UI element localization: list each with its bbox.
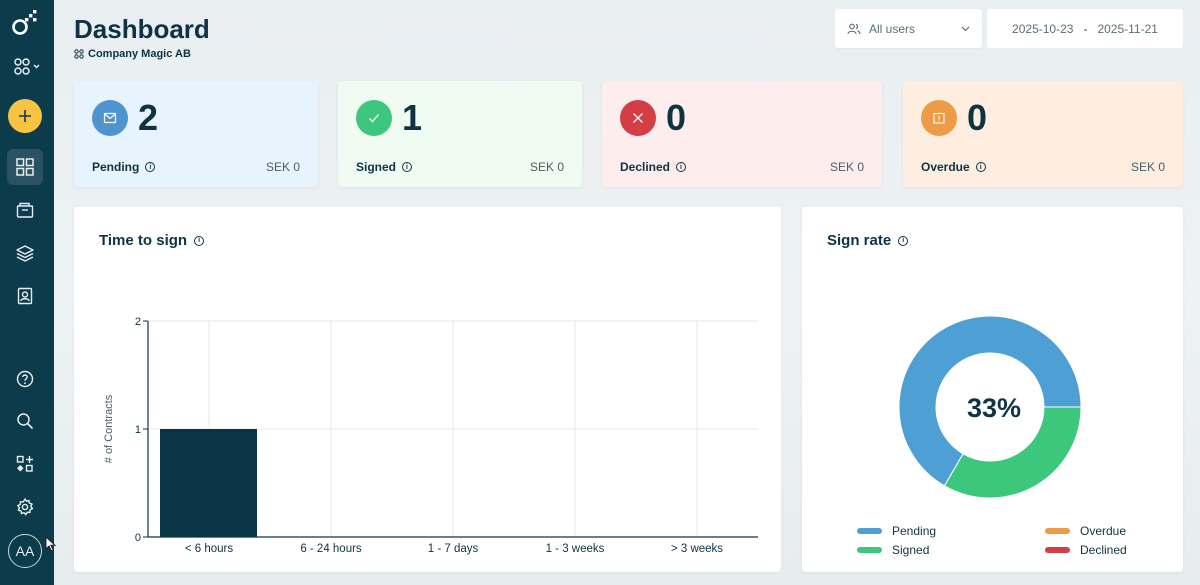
stat-card-signed[interactable]: 1 Signed i SEK 0 <box>338 81 582 187</box>
users-icon <box>847 23 861 34</box>
help-icon <box>16 370 34 388</box>
legend-item-signed[interactable]: Signed <box>857 543 929 557</box>
bar[interactable] <box>160 429 257 537</box>
stat-label: Signed <box>356 160 397 174</box>
avatar[interactable]: AA <box>8 534 42 568</box>
stat-card-overdue[interactable]: 0 Overdue i SEK 0 <box>903 81 1183 187</box>
check-icon <box>356 100 392 136</box>
donut-center-label: 33% <box>967 393 1021 423</box>
layers-icon <box>16 245 34 262</box>
y-axis-label: # of Contracts <box>103 394 115 463</box>
logo-icon[interactable] <box>7 6 43 42</box>
info-icon[interactable]: i <box>975 162 986 172</box>
settings-icon <box>17 498 34 516</box>
company-icon <box>74 49 84 59</box>
legend-swatch <box>1045 528 1070 534</box>
chevron-down-icon <box>961 26 970 31</box>
stat-label: Overdue <box>921 160 970 174</box>
stat-label-row: Declined i <box>620 160 687 174</box>
time-to-sign-chart: 0 1 2 < 6 hours 6 - 24 hours 1 - 7 days 1 - 3 … <box>103 316 758 555</box>
info-icon[interactable]: i <box>402 162 413 172</box>
sidebar-item-help[interactable] <box>7 361 43 397</box>
dashboard-grid-icon <box>16 158 34 176</box>
sidebar-item-templates[interactable] <box>7 235 43 271</box>
company-name[interactable]: Company Magic AB <box>74 48 191 60</box>
stat-card-declined[interactable]: 0 Declined i SEK 0 <box>602 81 882 187</box>
calendar-icon <box>921 100 957 136</box>
stat-count: 1 <box>402 97 423 138</box>
mouse-cursor-icon <box>45 536 57 552</box>
date-from[interactable]: 2025-10-23 <box>1012 22 1073 36</box>
date-range-picker[interactable]: 2025-10-23 - 2025-11-21 <box>987 9 1183 48</box>
stat-amount: SEK 0 <box>1130 160 1165 174</box>
sign-rate-panel: Sign rate i 33% Pending Overdue Signed D… <box>802 207 1183 572</box>
x-icon <box>620 100 656 136</box>
stat-amount: SEK 0 <box>265 160 300 174</box>
y-tick-label: 1 <box>135 424 141 436</box>
stat-count: 0 <box>967 97 988 138</box>
legend-item-declined[interactable]: Declined <box>1045 543 1127 557</box>
x-tick-label: 6 - 24 hours <box>300 543 362 555</box>
legend-label: Signed <box>892 543 930 557</box>
sidebar-item-settings[interactable] <box>7 489 43 525</box>
x-tick-label: 1 - 7 days <box>428 543 479 555</box>
info-icon[interactable]: i <box>676 162 687 172</box>
legend-swatch <box>857 528 882 534</box>
x-tick-label: 1 - 3 weeks <box>546 543 605 555</box>
stat-amount: SEK 0 <box>829 160 864 174</box>
company-label: Company Magic AB <box>88 48 191 60</box>
y-tick-label: 2 <box>135 316 141 328</box>
legend-swatch <box>857 547 882 553</box>
add-button[interactable] <box>8 99 42 133</box>
users-filter-select[interactable]: All users <box>835 9 982 48</box>
page-title: Dashboard <box>74 14 210 44</box>
apps-icon <box>16 455 33 472</box>
legend-swatch <box>1045 547 1070 553</box>
y-tick-label: 0 <box>135 532 141 544</box>
info-icon[interactable]: i <box>145 162 156 172</box>
stat-amount: SEK 0 <box>529 160 564 174</box>
x-tick-label: > 3 weeks <box>671 543 723 555</box>
sign-rate-chart: 33% <box>898 315 1082 499</box>
legend-label: Declined <box>1080 543 1127 557</box>
avatar-initials: AA <box>15 543 35 559</box>
plus-icon <box>19 110 31 122</box>
date-to[interactable]: 2025-11-21 <box>1097 22 1158 36</box>
sidebar-item-contacts[interactable] <box>7 278 43 314</box>
search-icon <box>17 413 34 430</box>
contacts-icon <box>17 287 33 305</box>
stat-label: Declined <box>620 160 671 174</box>
stat-card-pending[interactable]: 2 Pending i SEK 0 <box>74 81 318 187</box>
stat-label-row: Overdue i <box>921 160 986 174</box>
sidebar: AA <box>0 0 54 585</box>
legend-label: Overdue <box>1080 524 1127 538</box>
sidebar-item-apps[interactable] <box>7 446 43 482</box>
stat-count: 0 <box>666 97 687 138</box>
date-separator: - <box>1083 21 1088 36</box>
sidebar-item-documents[interactable] <box>7 192 43 228</box>
folder-icon <box>16 202 34 218</box>
envelope-icon <box>92 100 128 136</box>
legend-item-pending[interactable]: Pending <box>857 524 936 538</box>
sidebar-item-search[interactable] <box>7 403 43 439</box>
workspace-switch-icon[interactable] <box>7 49 47 85</box>
stat-label-row: Signed i <box>356 160 413 174</box>
users-filter-value: All users <box>869 21 916 36</box>
stat-label-row: Pending i <box>92 160 156 174</box>
legend-label: Pending <box>892 524 937 538</box>
stat-count: 2 <box>138 97 159 138</box>
x-tick-label: < 6 hours <box>185 543 234 555</box>
stat-label: Pending <box>92 160 140 174</box>
time-to-sign-panel: Time to sign i 0 1 2 < 6 hours 6 - 24 hours 1… <box>74 207 781 572</box>
legend-item-overdue[interactable]: Overdue <box>1045 524 1126 538</box>
sidebar-item-dashboard[interactable] <box>7 149 43 185</box>
